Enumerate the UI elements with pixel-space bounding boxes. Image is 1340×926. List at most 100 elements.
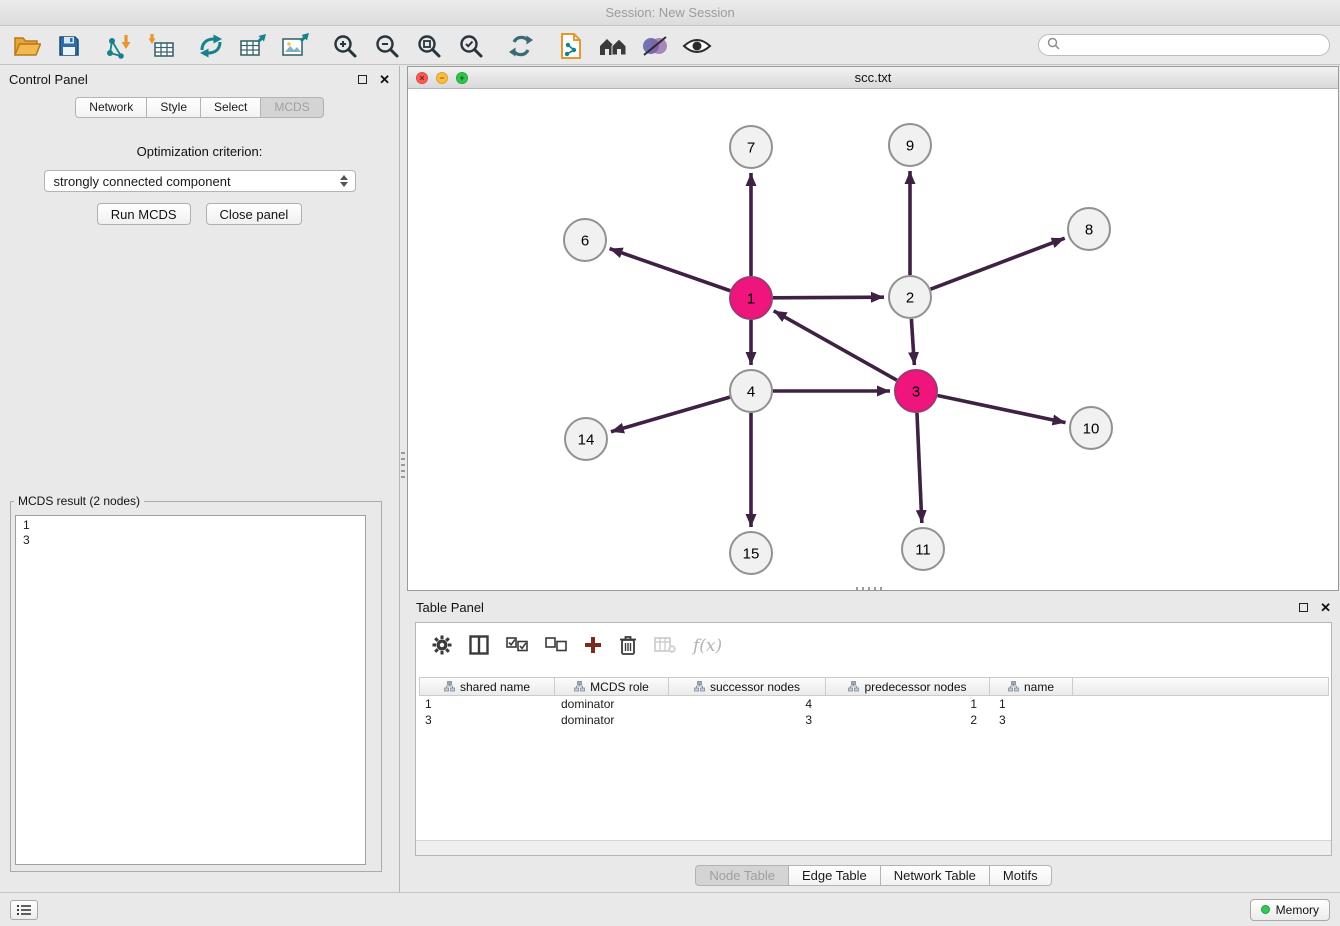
network-node-10[interactable]: 10 — [1070, 407, 1112, 449]
vertical-splitter-handle[interactable] — [401, 452, 405, 478]
column-header-mcds-role[interactable]: MCDS role — [554, 677, 669, 696]
column-header-shared-name[interactable]: shared name — [419, 677, 555, 696]
edge-3-1[interactable] — [774, 311, 897, 380]
close-window-icon[interactable]: × — [416, 72, 428, 84]
table-cell: 3 — [419, 712, 555, 728]
column-header-label: successor nodes — [710, 680, 800, 694]
table-cell: dominator — [555, 696, 670, 712]
export-network-icon[interactable] — [196, 31, 226, 61]
gear-icon[interactable] — [432, 635, 452, 658]
zoom-fit-icon[interactable] — [414, 31, 444, 61]
deselect-all-icon[interactable] — [545, 637, 567, 655]
table-panel-title: Table Panel — [416, 600, 484, 615]
tab-motifs[interactable]: Motifs — [990, 865, 1052, 886]
network-node-14[interactable]: 14 — [565, 418, 607, 460]
float-panel-icon[interactable] — [358, 75, 367, 84]
network-node-9[interactable]: 9 — [889, 124, 931, 166]
tab-mcds[interactable]: MCDS — [261, 97, 323, 118]
edge-3-11[interactable] — [917, 413, 922, 523]
mcds-result-list[interactable]: 13 — [15, 515, 366, 865]
table-row[interactable]: 1dominator411 — [419, 696, 1331, 712]
zoom-selected-icon[interactable] — [456, 31, 486, 61]
select-all-icon[interactable] — [506, 637, 528, 655]
network-node-6[interactable]: 6 — [564, 219, 606, 261]
refresh-layout-icon[interactable] — [506, 31, 536, 61]
table-panel-header: Table Panel ✕ — [407, 594, 1340, 620]
tab-select[interactable]: Select — [201, 97, 261, 118]
close-table-panel-icon[interactable]: ✕ — [1320, 601, 1331, 614]
column-header-label: predecessor nodes — [864, 680, 966, 694]
minimize-window-icon[interactable]: − — [436, 72, 448, 84]
save-session-icon[interactable] — [54, 31, 84, 61]
control-panel-header: Control Panel ✕ — [0, 66, 399, 92]
table-hscrollbar[interactable] — [416, 840, 1331, 855]
close-panel-icon[interactable]: ✕ — [379, 73, 390, 86]
optimization-criterion-label: Optimization criterion: — [0, 144, 399, 159]
edge-2-8[interactable] — [931, 238, 1065, 289]
clone-network-icon[interactable] — [556, 31, 586, 61]
toolbar-group — [556, 31, 712, 61]
table-row[interactable]: 3dominator323 — [419, 712, 1331, 728]
network-node-3[interactable]: 3 — [895, 370, 937, 412]
network-node-2[interactable]: 2 — [889, 276, 931, 318]
delete-table-icon — [654, 636, 676, 657]
eye-icon[interactable] — [682, 31, 712, 61]
close-panel-button[interactable]: Close panel — [206, 203, 303, 225]
houses-icon[interactable] — [598, 31, 628, 61]
edge-1-6[interactable] — [610, 249, 731, 291]
venn-diagram-icon[interactable] — [640, 31, 670, 61]
edge-4-14[interactable] — [611, 397, 730, 432]
export-image-icon[interactable] — [280, 31, 310, 61]
criterion-dropdown[interactable]: strongly connected component — [44, 170, 356, 192]
edge-3-10[interactable] — [938, 396, 1066, 423]
status-bar: Memory — [0, 892, 1340, 926]
open-session-icon[interactable] — [12, 31, 42, 61]
export-table-icon[interactable] — [238, 31, 268, 61]
column-header-label: MCDS role — [590, 680, 649, 694]
columns-icon[interactable] — [469, 635, 489, 658]
column-header-predecessor-nodes[interactable]: predecessor nodes — [825, 677, 990, 696]
tab-style[interactable]: Style — [147, 97, 201, 118]
add-row-icon[interactable] — [584, 636, 602, 657]
control-panel-tabs: NetworkStyleSelectMCDS — [0, 97, 399, 118]
table-cell: dominator — [555, 712, 670, 728]
network-node-4[interactable]: 4 — [730, 370, 772, 412]
tab-network-table[interactable]: Network Table — [881, 865, 990, 886]
network-node-8[interactable]: 8 — [1068, 208, 1110, 250]
network-node-11[interactable]: 11 — [902, 528, 944, 570]
run-mcds-button[interactable]: Run MCDS — [97, 203, 191, 225]
search-icon — [1047, 37, 1060, 53]
table-panel: Table Panel ✕ f(x) shared nameMCDS roles… — [407, 594, 1340, 892]
maximize-window-icon[interactable]: + — [456, 72, 468, 84]
node-label: 11 — [915, 541, 931, 558]
import-table-icon[interactable] — [146, 31, 176, 61]
zoom-in-icon[interactable] — [330, 31, 360, 61]
table-cell: 3 — [993, 712, 1077, 728]
network-window-title: scc.txt — [855, 70, 892, 85]
search-input[interactable] — [1065, 38, 1321, 52]
zoom-out-icon[interactable] — [372, 31, 402, 61]
horizontal-splitter-handle[interactable] — [856, 587, 882, 591]
toolbar-group — [506, 31, 536, 61]
edge-2-3[interactable] — [911, 319, 914, 365]
mcds-result-group: MCDS result (2 nodes) 13 — [10, 494, 382, 872]
float-table-panel-icon[interactable] — [1299, 603, 1308, 612]
window-titlebar[interactable]: Session: New Session — [0, 0, 1340, 26]
network-node-7[interactable]: 7 — [730, 126, 772, 168]
tab-node-table[interactable]: Node Table — [695, 865, 789, 886]
tab-edge-table[interactable]: Edge Table — [789, 865, 881, 886]
network-canvas[interactable]: 7 9 6 8 1 2 4 3 14 10 15 11 — [408, 89, 1338, 590]
tab-network[interactable]: Network — [75, 97, 147, 118]
memory-button[interactable]: Memory — [1250, 899, 1330, 921]
network-node-15[interactable]: 15 — [730, 532, 772, 574]
dropdown-stepper-icon — [340, 175, 348, 187]
search-box[interactable] — [1038, 34, 1330, 56]
import-network-icon[interactable] — [104, 31, 134, 61]
edge-1-2[interactable] — [773, 297, 884, 298]
column-header-name[interactable]: name — [989, 677, 1073, 696]
delete-row-icon[interactable] — [619, 635, 637, 658]
panel-menu-button[interactable] — [10, 900, 38, 920]
column-header-successor-nodes[interactable]: successor nodes — [668, 677, 826, 696]
network-window-titlebar[interactable]: × − + scc.txt — [408, 67, 1338, 89]
network-node-1[interactable]: 1 — [730, 277, 772, 319]
